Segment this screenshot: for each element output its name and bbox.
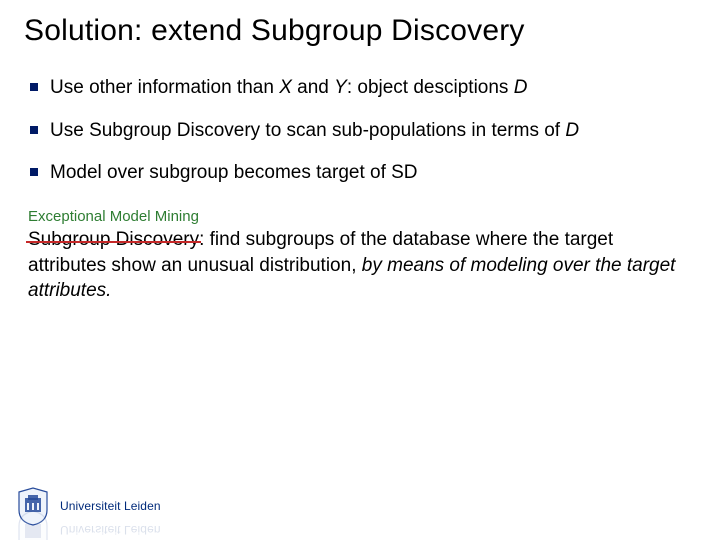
- bullet-text: Use Subgroup Discovery to scan sub-popul…: [50, 120, 565, 141]
- definition-text: Subgroup Discovery : find subgroups of t…: [28, 227, 696, 304]
- bullet-item: Use other information than X and Y: obje…: [28, 76, 696, 101]
- definition-block: Exceptional Model Mining Subgroup Discov…: [24, 208, 696, 304]
- var-d: D: [565, 120, 579, 141]
- university-name: Universiteit Leiden: [60, 499, 161, 513]
- bullet-text: Model over subgroup becomes target of SD: [50, 162, 418, 183]
- var-d: D: [514, 77, 528, 98]
- bullet-text: Use other information than: [50, 77, 279, 98]
- strike-line-icon: [26, 241, 201, 243]
- bullet-item: Model over subgroup becomes target of SD: [28, 161, 696, 186]
- slide-title: Solution: extend Subgroup Discovery: [24, 14, 696, 48]
- bullet-text: : object desciptions: [347, 77, 514, 98]
- bullet-item: Use Subgroup Discovery to scan sub-popul…: [28, 119, 696, 144]
- bullet-list: Use other information than X and Y: obje…: [28, 76, 696, 186]
- slide: Solution: extend Subgroup Discovery Use …: [0, 0, 720, 540]
- university-logo-icon: [16, 486, 50, 526]
- emm-label: Exceptional Model Mining: [28, 208, 696, 225]
- struck-text: Subgroup Discovery: [28, 229, 199, 250]
- var-y: Y: [334, 77, 347, 98]
- bullet-text: and: [292, 77, 334, 98]
- struck-term: Subgroup Discovery: [28, 227, 199, 253]
- var-x: X: [279, 77, 292, 98]
- footer: Universiteit Leiden: [16, 486, 161, 526]
